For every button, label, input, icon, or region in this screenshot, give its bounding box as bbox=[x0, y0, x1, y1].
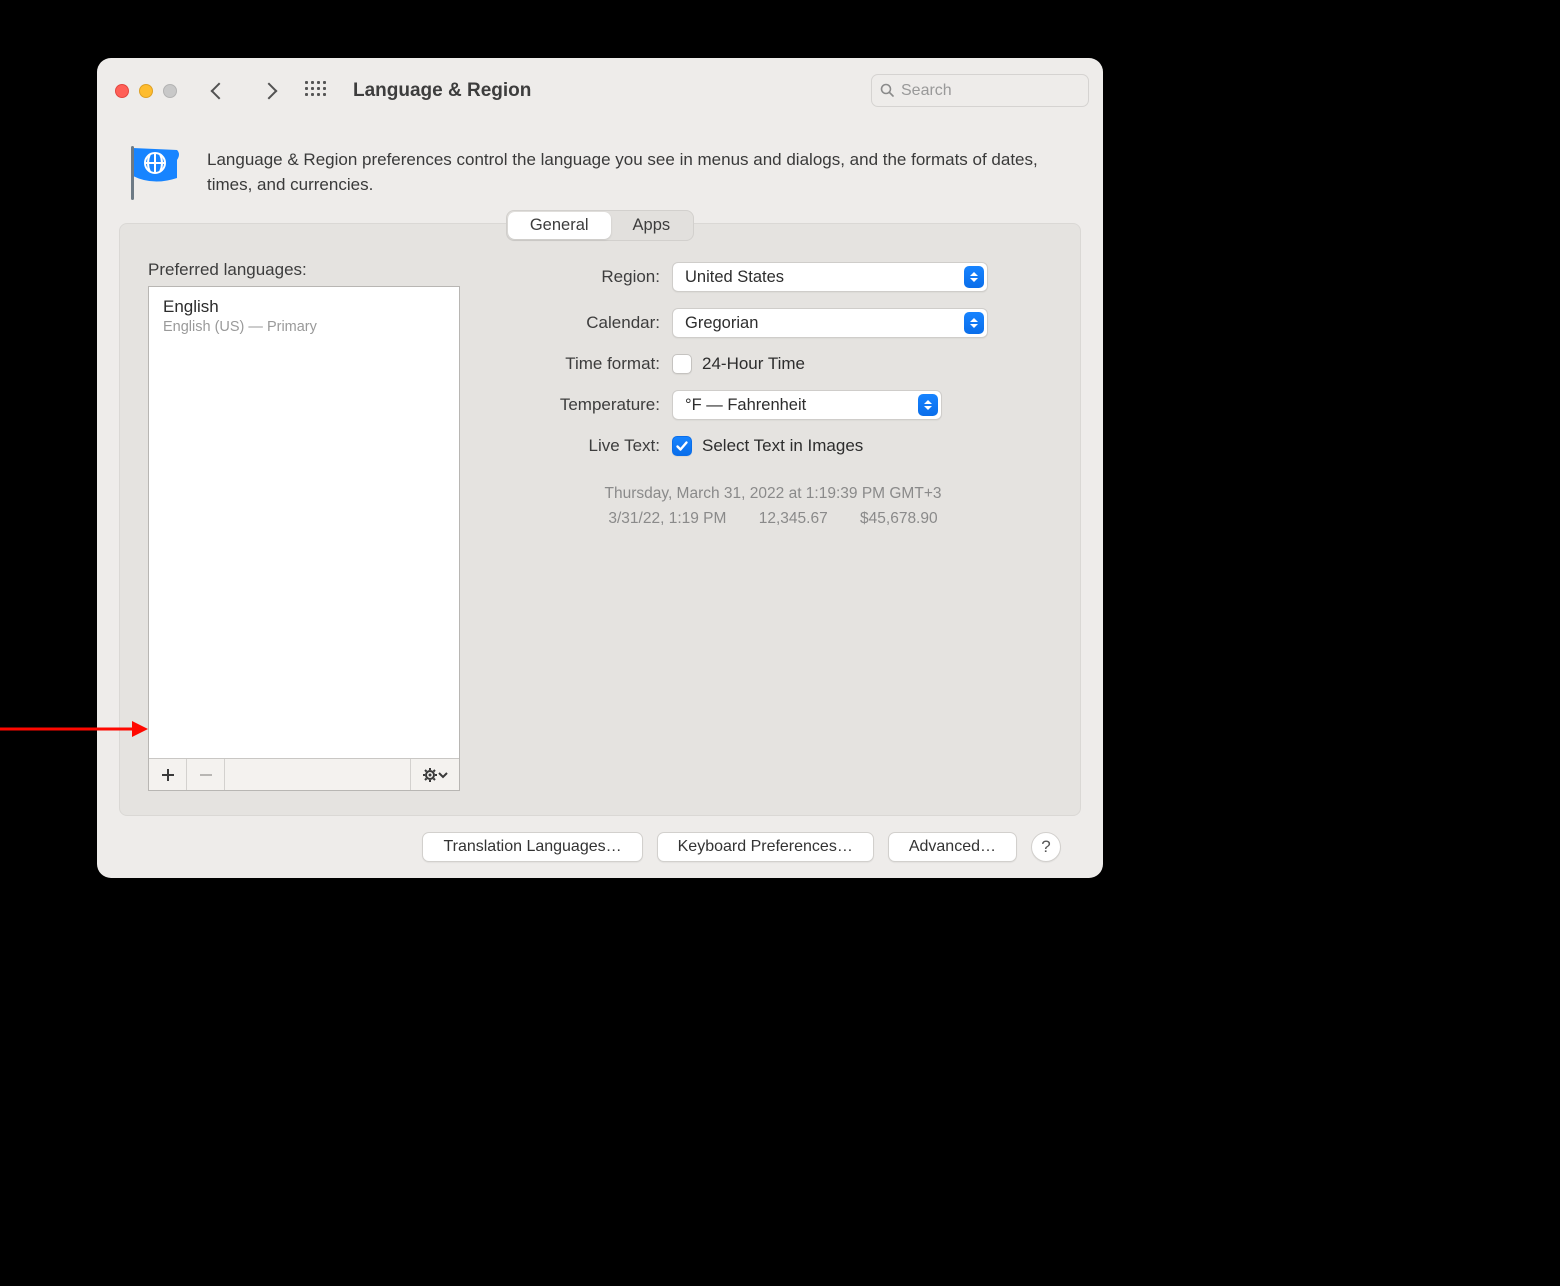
flag-icon bbox=[121, 144, 189, 198]
time-format-label: Time format: bbox=[494, 354, 672, 374]
plus-icon bbox=[160, 767, 176, 783]
minimize-button[interactable] bbox=[139, 84, 153, 98]
live-text-value: Select Text in Images bbox=[702, 436, 863, 456]
language-detail: English (US) — Primary bbox=[163, 319, 445, 335]
forward-button[interactable] bbox=[261, 82, 278, 99]
toolbar-spacer bbox=[225, 759, 411, 790]
languages-column: Preferred languages: English English (US… bbox=[148, 256, 460, 791]
time-format-value: 24-Hour Time bbox=[702, 354, 805, 374]
minus-icon bbox=[198, 767, 214, 783]
example-number: 12,345.67 bbox=[745, 507, 842, 530]
checkmark-icon bbox=[675, 439, 689, 453]
show-all-button[interactable] bbox=[305, 81, 325, 101]
tab-apps[interactable]: Apps bbox=[611, 212, 693, 239]
add-language-button[interactable] bbox=[149, 759, 187, 790]
stepper-icon bbox=[918, 394, 938, 416]
back-button[interactable] bbox=[211, 82, 228, 99]
tab-general[interactable]: General bbox=[508, 212, 611, 239]
close-button[interactable] bbox=[115, 84, 129, 98]
format-example: Thursday, March 31, 2022 at 1:19:39 PM G… bbox=[494, 482, 1052, 531]
body: Language & Region preferences control th… bbox=[97, 124, 1103, 878]
tab-segment: General Apps bbox=[119, 210, 1081, 241]
language-name: English bbox=[163, 297, 445, 317]
preferences-window: Language & Region Search Language bbox=[97, 58, 1103, 878]
example-line-1: Thursday, March 31, 2022 at 1:19:39 PM G… bbox=[494, 482, 1052, 505]
gear-icon bbox=[421, 767, 449, 783]
region-label: Region: bbox=[494, 267, 672, 287]
temperature-select[interactable]: °F — Fahrenheit bbox=[672, 390, 942, 420]
settings-column: Region: United States Calendar: Gregoria… bbox=[494, 256, 1052, 791]
window-controls bbox=[115, 84, 177, 98]
titlebar: Language & Region Search bbox=[97, 58, 1103, 124]
keyboard-preferences-button[interactable]: Keyboard Preferences… bbox=[657, 832, 874, 862]
intro-text: Language & Region preferences control th… bbox=[207, 144, 1075, 197]
search-input[interactable]: Search bbox=[871, 74, 1089, 107]
search-icon bbox=[880, 83, 895, 98]
live-text-label: Live Text: bbox=[494, 436, 672, 456]
region-select[interactable]: United States bbox=[672, 262, 988, 292]
advanced-button[interactable]: Advanced… bbox=[888, 832, 1017, 862]
footer: Translation Languages… Keyboard Preferen… bbox=[119, 816, 1081, 878]
temperature-value: °F — Fahrenheit bbox=[685, 396, 806, 415]
languages-list[interactable]: English English (US) — Primary bbox=[149, 287, 459, 758]
list-item[interactable]: English English (US) — Primary bbox=[163, 297, 445, 335]
help-button[interactable]: ? bbox=[1031, 832, 1061, 862]
stepper-icon bbox=[964, 312, 984, 334]
stepper-icon bbox=[964, 266, 984, 288]
language-actions-button[interactable] bbox=[411, 759, 459, 790]
remove-language-button bbox=[187, 759, 225, 790]
example-date-short: 3/31/22, 1:19 PM bbox=[594, 507, 740, 530]
preferred-languages-label: Preferred languages: bbox=[148, 260, 460, 280]
window-title: Language & Region bbox=[353, 80, 871, 102]
region-value: United States bbox=[685, 268, 784, 287]
intro: Language & Region preferences control th… bbox=[119, 124, 1081, 206]
time-format-checkbox[interactable] bbox=[672, 354, 692, 374]
calendar-value: Gregorian bbox=[685, 314, 758, 333]
calendar-label: Calendar: bbox=[494, 313, 672, 333]
calendar-select[interactable]: Gregorian bbox=[672, 308, 988, 338]
search-placeholder: Search bbox=[901, 82, 952, 100]
live-text-checkbox[interactable] bbox=[672, 436, 692, 456]
temperature-label: Temperature: bbox=[494, 395, 672, 415]
example-currency: $45,678.90 bbox=[846, 507, 952, 530]
general-panel: Preferred languages: English English (US… bbox=[119, 223, 1081, 816]
nav-buttons bbox=[213, 85, 275, 97]
translation-languages-button[interactable]: Translation Languages… bbox=[422, 832, 642, 862]
zoom-button bbox=[163, 84, 177, 98]
languages-toolbar bbox=[149, 758, 459, 790]
languages-listbox: English English (US) — Primary bbox=[148, 286, 460, 791]
